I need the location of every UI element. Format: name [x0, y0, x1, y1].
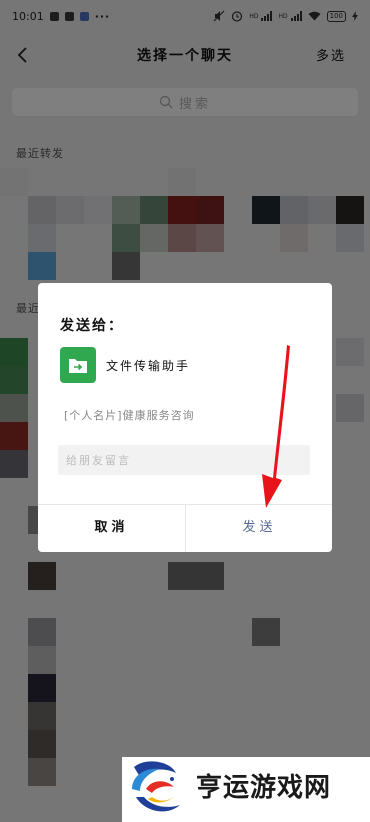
message-to-friend-input[interactable]	[58, 445, 310, 475]
cancel-button[interactable]: 取消	[38, 504, 185, 552]
site-watermark: 亨运游戏网	[122, 757, 370, 822]
shared-card-preview: [个人名片]健康服务咨询	[64, 409, 195, 422]
recipient-name: 文件传输助手	[106, 359, 191, 373]
recipient-avatar	[60, 347, 96, 383]
dialog-title: 发送给：	[60, 318, 124, 334]
watermark-text: 亨运游戏网	[196, 773, 332, 803]
send-to-dialog: 发送给： 文件传输助手 [个人名片]健康服务咨询 取消 发送	[38, 283, 332, 552]
folder-transfer-icon	[69, 359, 87, 373]
send-button[interactable]: 发送	[186, 504, 332, 552]
watermark-logo	[132, 761, 180, 812]
